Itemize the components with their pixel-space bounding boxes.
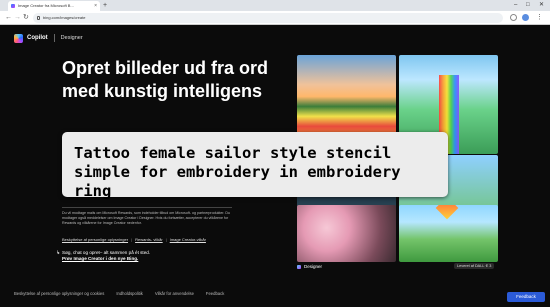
lock-icon xyxy=(37,16,40,20)
forward-icon[interactable]: → xyxy=(14,13,21,23)
legal-links: Beskyttelse af personlige oplysninger | … xyxy=(62,237,206,242)
browser-menu-icon[interactable]: ⋮ xyxy=(536,13,543,23)
profile-avatar-icon[interactable] xyxy=(522,14,529,21)
promo-arrow-icon: ↳ xyxy=(56,250,61,256)
kite-shape xyxy=(435,205,459,220)
copilot-logo-icon[interactable] xyxy=(14,33,23,43)
tab-close-icon[interactable]: × xyxy=(94,1,97,11)
gallery-image-kite-park[interactable] xyxy=(399,205,498,262)
favorites-star-icon[interactable] xyxy=(510,14,517,21)
prompt-caption-text: Tattoo female sailor style stencil simpl… xyxy=(74,144,401,200)
privacy-link[interactable]: Beskyttelse af personlige oplysninger xyxy=(62,237,128,242)
brand-name: Copilot xyxy=(27,35,48,41)
window-close-icon[interactable]: ✕ xyxy=(539,0,544,10)
form-divider xyxy=(62,207,232,208)
new-tab-button[interactable]: + xyxy=(103,1,107,10)
hero-title: Opret billeder ud fra ord med kunstig in… xyxy=(62,58,269,101)
legal-description: Du vil modtage mails om Microsoft Reward… xyxy=(62,211,230,225)
back-icon[interactable]: ← xyxy=(5,13,12,23)
url-text: bing.com/images/create xyxy=(43,15,86,20)
footer-privacy-link[interactable]: Beskyttelse af personlige oplysninger og… xyxy=(14,291,104,296)
gallery-image-cherry-blossom[interactable] xyxy=(297,205,396,262)
footer-content-policy-link[interactable]: Indholdspolitik xyxy=(116,291,143,296)
footer-terms-link[interactable]: Vilkår for anvendelse xyxy=(155,291,194,296)
designer-tag: Designer xyxy=(297,264,322,269)
url-field[interactable]: bing.com/images/create xyxy=(33,13,503,23)
bing-favicon-icon xyxy=(11,4,15,8)
promo-link[interactable]: Prøv Image Creator i den nye Bing. xyxy=(62,256,150,262)
maximize-icon[interactable]: □ xyxy=(526,0,530,10)
brand-divider xyxy=(53,34,55,42)
address-bar: ← → ↻ bing.com/images/create ⋮ xyxy=(0,11,550,25)
reload-icon[interactable]: ↻ xyxy=(23,13,29,23)
browser-tab[interactable]: Image Creator fra Microsoft B... × xyxy=(8,1,100,11)
tab-title: Image Creator fra Microsoft B... xyxy=(18,3,74,8)
image-creator-terms-link[interactable]: Image Creator-vilkår xyxy=(170,237,206,242)
minimize-icon[interactable]: – xyxy=(514,0,517,10)
brand-header: Copilot Designer xyxy=(14,33,83,43)
rewards-terms-link[interactable]: Rewards- vilkår xyxy=(135,237,163,242)
footer-feedback-link[interactable]: Feedback xyxy=(206,291,224,296)
bing-promo: ↳ Søg, chat og opret– alt sammen på ét s… xyxy=(56,250,150,262)
feedback-button[interactable]: Feedback xyxy=(507,292,545,302)
browser-tab-bar: Image Creator fra Microsoft B... × + – □… xyxy=(0,0,550,11)
designer-logo-icon xyxy=(297,264,301,269)
prompt-caption-overlay: Tattoo female sailor style stencil simpl… xyxy=(62,132,448,200)
dalle-badge: Leveret af DALL·E 3 xyxy=(454,263,495,269)
footer-links: Beskyttelse af personlige oplysninger og… xyxy=(14,291,224,296)
brand-product: Designer xyxy=(60,35,83,41)
designer-label: Designer xyxy=(304,264,323,269)
